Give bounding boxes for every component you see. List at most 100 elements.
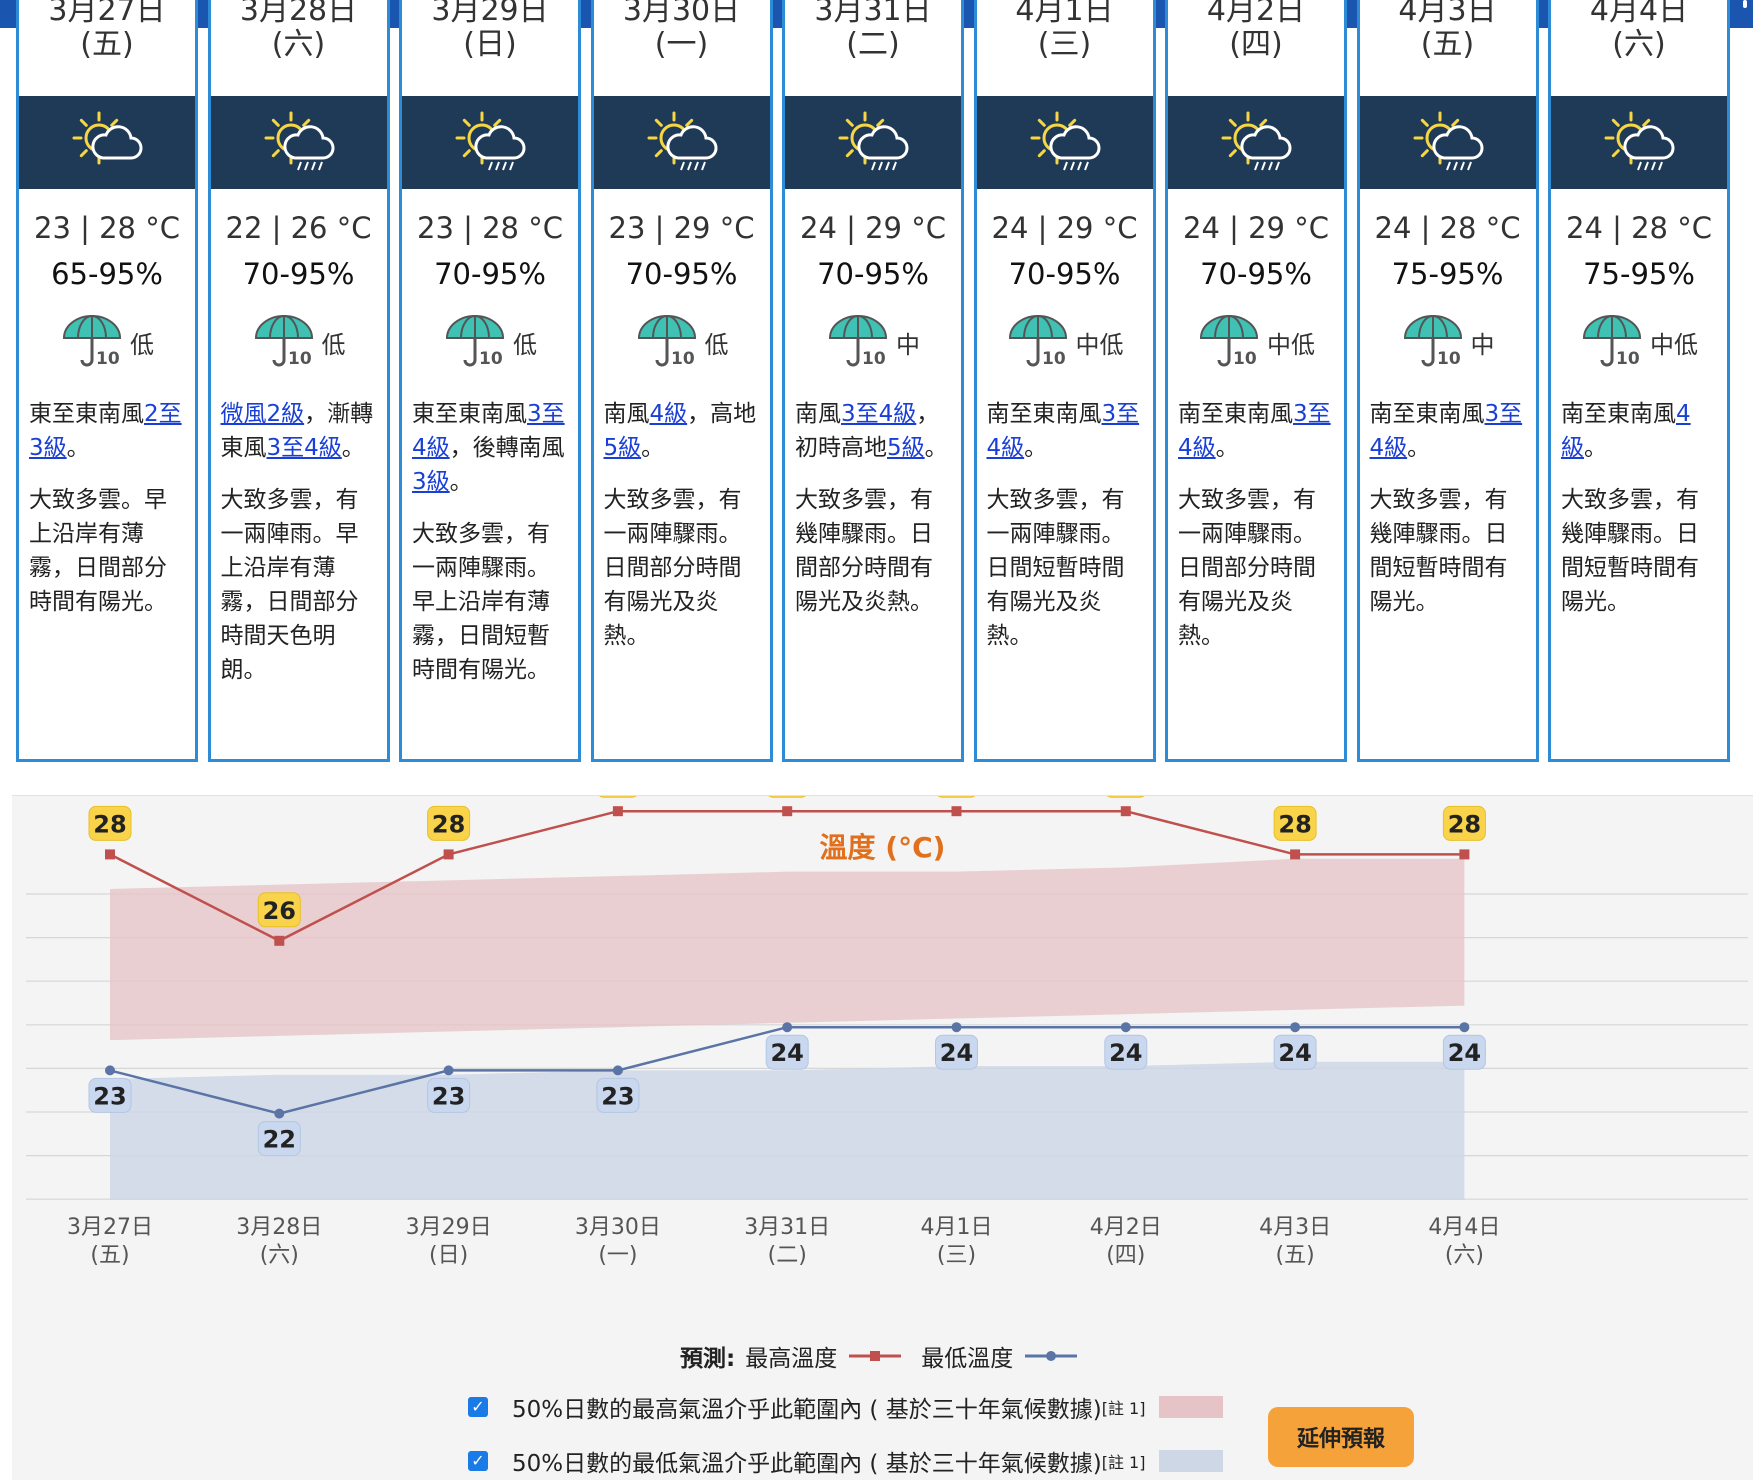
wind-force-link[interactable]: 5級 (604, 435, 642, 461)
wind-force-link[interactable]: 3級 (29, 435, 67, 461)
temperature-range: 23 | 28 °C (34, 211, 180, 245)
date-text: 4月4日 (1589, 0, 1689, 28)
min-temp-label: 22 (263, 1126, 296, 1154)
date-text: 4月2日 (1206, 0, 1306, 28)
max-temp-point (274, 935, 285, 946)
rain-level: 中低 (1650, 330, 1698, 359)
forecast-day: 4月1日 (三) 24 | 29 °C 70-95% 10 中低 南至東南風3至4級。 大致多… (973, 0, 1156, 762)
x-tick-date: 4月2日 (1090, 1215, 1162, 1240)
wind-forecast: 東至東南風2至 3級。 (19, 397, 195, 465)
rain-icon-number: 10 (1042, 349, 1066, 369)
min-temp-label: 24 (940, 1039, 973, 1067)
x-tick-date: 4月4日 (1428, 1215, 1500, 1240)
wind-forecast: 南至東南風3至4級。 (1168, 397, 1344, 465)
sunny-showers-icon (264, 111, 334, 170)
wind-text: 東至東南風 (29, 401, 144, 427)
min-range-checkbox[interactable]: ✓ (468, 1451, 488, 1471)
wind-force-link[interactable]: 3至4級 (267, 435, 342, 461)
rain-probability: 10 中 (1360, 307, 1536, 377)
x-tick-weekday: (四) (1106, 1243, 1145, 1268)
max-range-band (110, 858, 1465, 1041)
legend-max-range-toggle[interactable]: ✓ 50%日數的最高氣溫介乎此範圍內 ( 基於三十年氣候數據) [註 1] (468, 1390, 1224, 1424)
wind-force-link[interactable]: 2至 (144, 401, 182, 427)
min-temp-point (1290, 1022, 1301, 1033)
extended-forecast-button[interactable]: 延伸預報 (1268, 1407, 1414, 1467)
wind-force-link[interactable]: 5級 (887, 435, 925, 461)
wind-forecast: 南至東南風4級。 (1551, 397, 1727, 465)
forecast-date: 3月27日 (五) (19, 0, 195, 96)
weekday-text: (六) (1612, 27, 1666, 62)
weekday-text: (四) (1229, 27, 1283, 62)
wind-force-link[interactable]: 微風2級 (221, 401, 305, 427)
weather-icon-band (593, 96, 770, 189)
wind-forecast: 南風3至4級，初時高地5級。 (785, 397, 961, 465)
wind-text: 南風 (795, 401, 841, 427)
min-temp-label: 23 (601, 1082, 634, 1110)
rain-level: 中 (1470, 330, 1495, 359)
sunny-showers-icon (1221, 111, 1292, 170)
weather-description: 大致多雲。早上沿岸有薄霧，日間部分時間有陽光。 (29, 487, 167, 615)
legend-max-marker-icon (849, 1351, 902, 1361)
forecast-day: 3月30日 (一) 23 | 29 °C 70-95% 10 低南風4級，高地 5級。 大致多… (590, 0, 773, 762)
wind-text: ，後轉南風 (449, 435, 565, 461)
forecast-date: 4月4日 (六) (1551, 0, 1727, 96)
x-tick-date: 3月28日 (236, 1215, 322, 1240)
max-temp-point (1120, 806, 1131, 817)
umbrella-icon: 10 (445, 314, 505, 369)
weather-description: 大致多雲，有一兩陣雨。早上沿岸有薄霧，日間部分時間天色明朗。 (220, 487, 359, 683)
max-temp-label: 26 (263, 897, 296, 925)
temperature-chart: 2826282929292928282322232324242424243月27… (26, 796, 1748, 1268)
rain-level: 中低 (1267, 330, 1315, 359)
temperature-chart-panel: 溫度 (°C) 28262829292929282823222323242424… (12, 795, 1753, 1480)
temperature-range: 24 | 29 °C (1183, 211, 1329, 245)
min-range-note[interactable]: [註 1] (1102, 1449, 1146, 1473)
wind-force-link[interactable]: 3至4級 (841, 401, 916, 427)
wind-text: 東至東南風 (412, 401, 527, 427)
legend-min-marker-icon (1025, 1351, 1078, 1361)
weekday-text: (二) (846, 27, 900, 62)
temperature-range: 23 | 28 °C (417, 211, 563, 245)
weekday-text: (三) (1037, 27, 1092, 62)
x-tick-date: 3月31日 (744, 1215, 830, 1240)
max-range-note[interactable]: [註 1] (1102, 1395, 1146, 1419)
max-range-checkbox[interactable]: ✓ (468, 1397, 488, 1417)
forecast-day: 4月2日 (四) 24 | 29 °C 70-95% 10 中低 南至東南風3至4級。 大致多… (1165, 0, 1347, 762)
wind-force-link[interactable]: 3級 (412, 469, 450, 495)
wind-forecast: 南至東南風3至4級。 (1360, 397, 1536, 465)
weekday-text: (日) (463, 27, 517, 62)
wind-force-link[interactable]: 4級 (650, 401, 688, 427)
x-tick-weekday: (日) (429, 1243, 468, 1268)
weather-description: 大致多雲，有幾陣驟雨。日間部分時間有陽光及炎熱。 (795, 487, 933, 615)
min-temp-label: 23 (432, 1082, 465, 1110)
forecast-date: 4月2日 (四) (1168, 0, 1344, 96)
min-temp-point (105, 1065, 115, 1076)
forecast-day: 4月3日 (五) 24 | 28 °C 75-95% 10 中南至東南風3至4級。 大致多雲… (1356, 0, 1539, 762)
forecast-date: 3月31日 (二) (785, 0, 961, 96)
weather-icon-band (1359, 96, 1536, 189)
wind-text: 。 (1584, 435, 1607, 461)
legend-min-range-toggle[interactable]: ✓ 50%日數的最低氣溫介乎此範圍內 ( 基於三十年氣候數據) [註 1] (468, 1444, 1224, 1478)
rain-level: 低 (704, 330, 729, 359)
weather-description: 大致多雲，有一兩陣驟雨。日間部分時間有陽光及炎熱。 (1178, 487, 1316, 649)
weather-icon-band (976, 96, 1153, 189)
max-temp-label: 28 (1448, 810, 1481, 838)
wind-text: 。 (449, 469, 473, 495)
rain-icon-number: 10 (862, 349, 886, 369)
max-temp-label: 28 (432, 810, 465, 838)
min-temp-point (443, 1065, 454, 1076)
max-temp-label-bg (1107, 796, 1145, 798)
sunny-showers-icon (1413, 111, 1483, 170)
rain-probability: 10 中 (785, 307, 961, 377)
min-temp-label: 23 (93, 1082, 126, 1110)
x-tick-weekday: (二) (768, 1243, 807, 1268)
umbrella-icon: 10 (1199, 314, 1259, 369)
weekday-text: (六) (271, 27, 326, 62)
sunny-showers-icon (838, 111, 909, 170)
min-range-band (110, 1061, 1465, 1200)
max-range-swatch (1159, 1396, 1224, 1418)
rain-probability: 10 中低 (977, 307, 1153, 377)
weather-icon-band (1551, 96, 1727, 189)
rain-probability: 10 低 (211, 307, 387, 377)
humidity-range: 65-95% (51, 257, 163, 291)
rain-icon-number: 10 (1437, 349, 1461, 369)
